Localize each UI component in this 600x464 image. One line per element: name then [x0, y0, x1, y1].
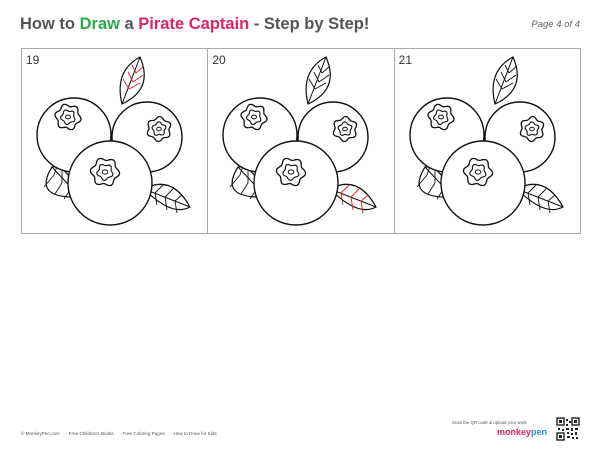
scan-text: Scan the QR code & upload your work — [452, 420, 527, 425]
footer-link-books[interactable]: · Free Children's Books — [66, 431, 114, 436]
step-panel-19: 19 — [22, 49, 209, 233]
footer-copyright[interactable]: © MonkeyPen.com — [21, 431, 60, 436]
step-panel-20: 20 — [208, 49, 395, 233]
monkeypen-logo: monkeypen — [497, 427, 548, 437]
step-panel-21: 21 — [395, 49, 580, 233]
step-panels: 19 20 21 — [21, 48, 581, 234]
drawing-step-19 — [36, 56, 191, 226]
qr-code-icon — [556, 417, 580, 441]
footer-link-coloring[interactable]: · Free Coloring Pages — [120, 431, 165, 436]
drawing-step-20 — [222, 56, 378, 226]
page-number: Page 4 of 4 — [531, 19, 580, 30]
page-title: How to Draw a Pirate Captain - Step by S… — [20, 15, 370, 33]
drawing-step-21 — [408, 56, 564, 226]
footer-links: © MonkeyPen.com · Free Children's Books · … — [21, 431, 223, 436]
footer-link-draw[interactable]: · How to Draw for Kids — [171, 431, 217, 436]
